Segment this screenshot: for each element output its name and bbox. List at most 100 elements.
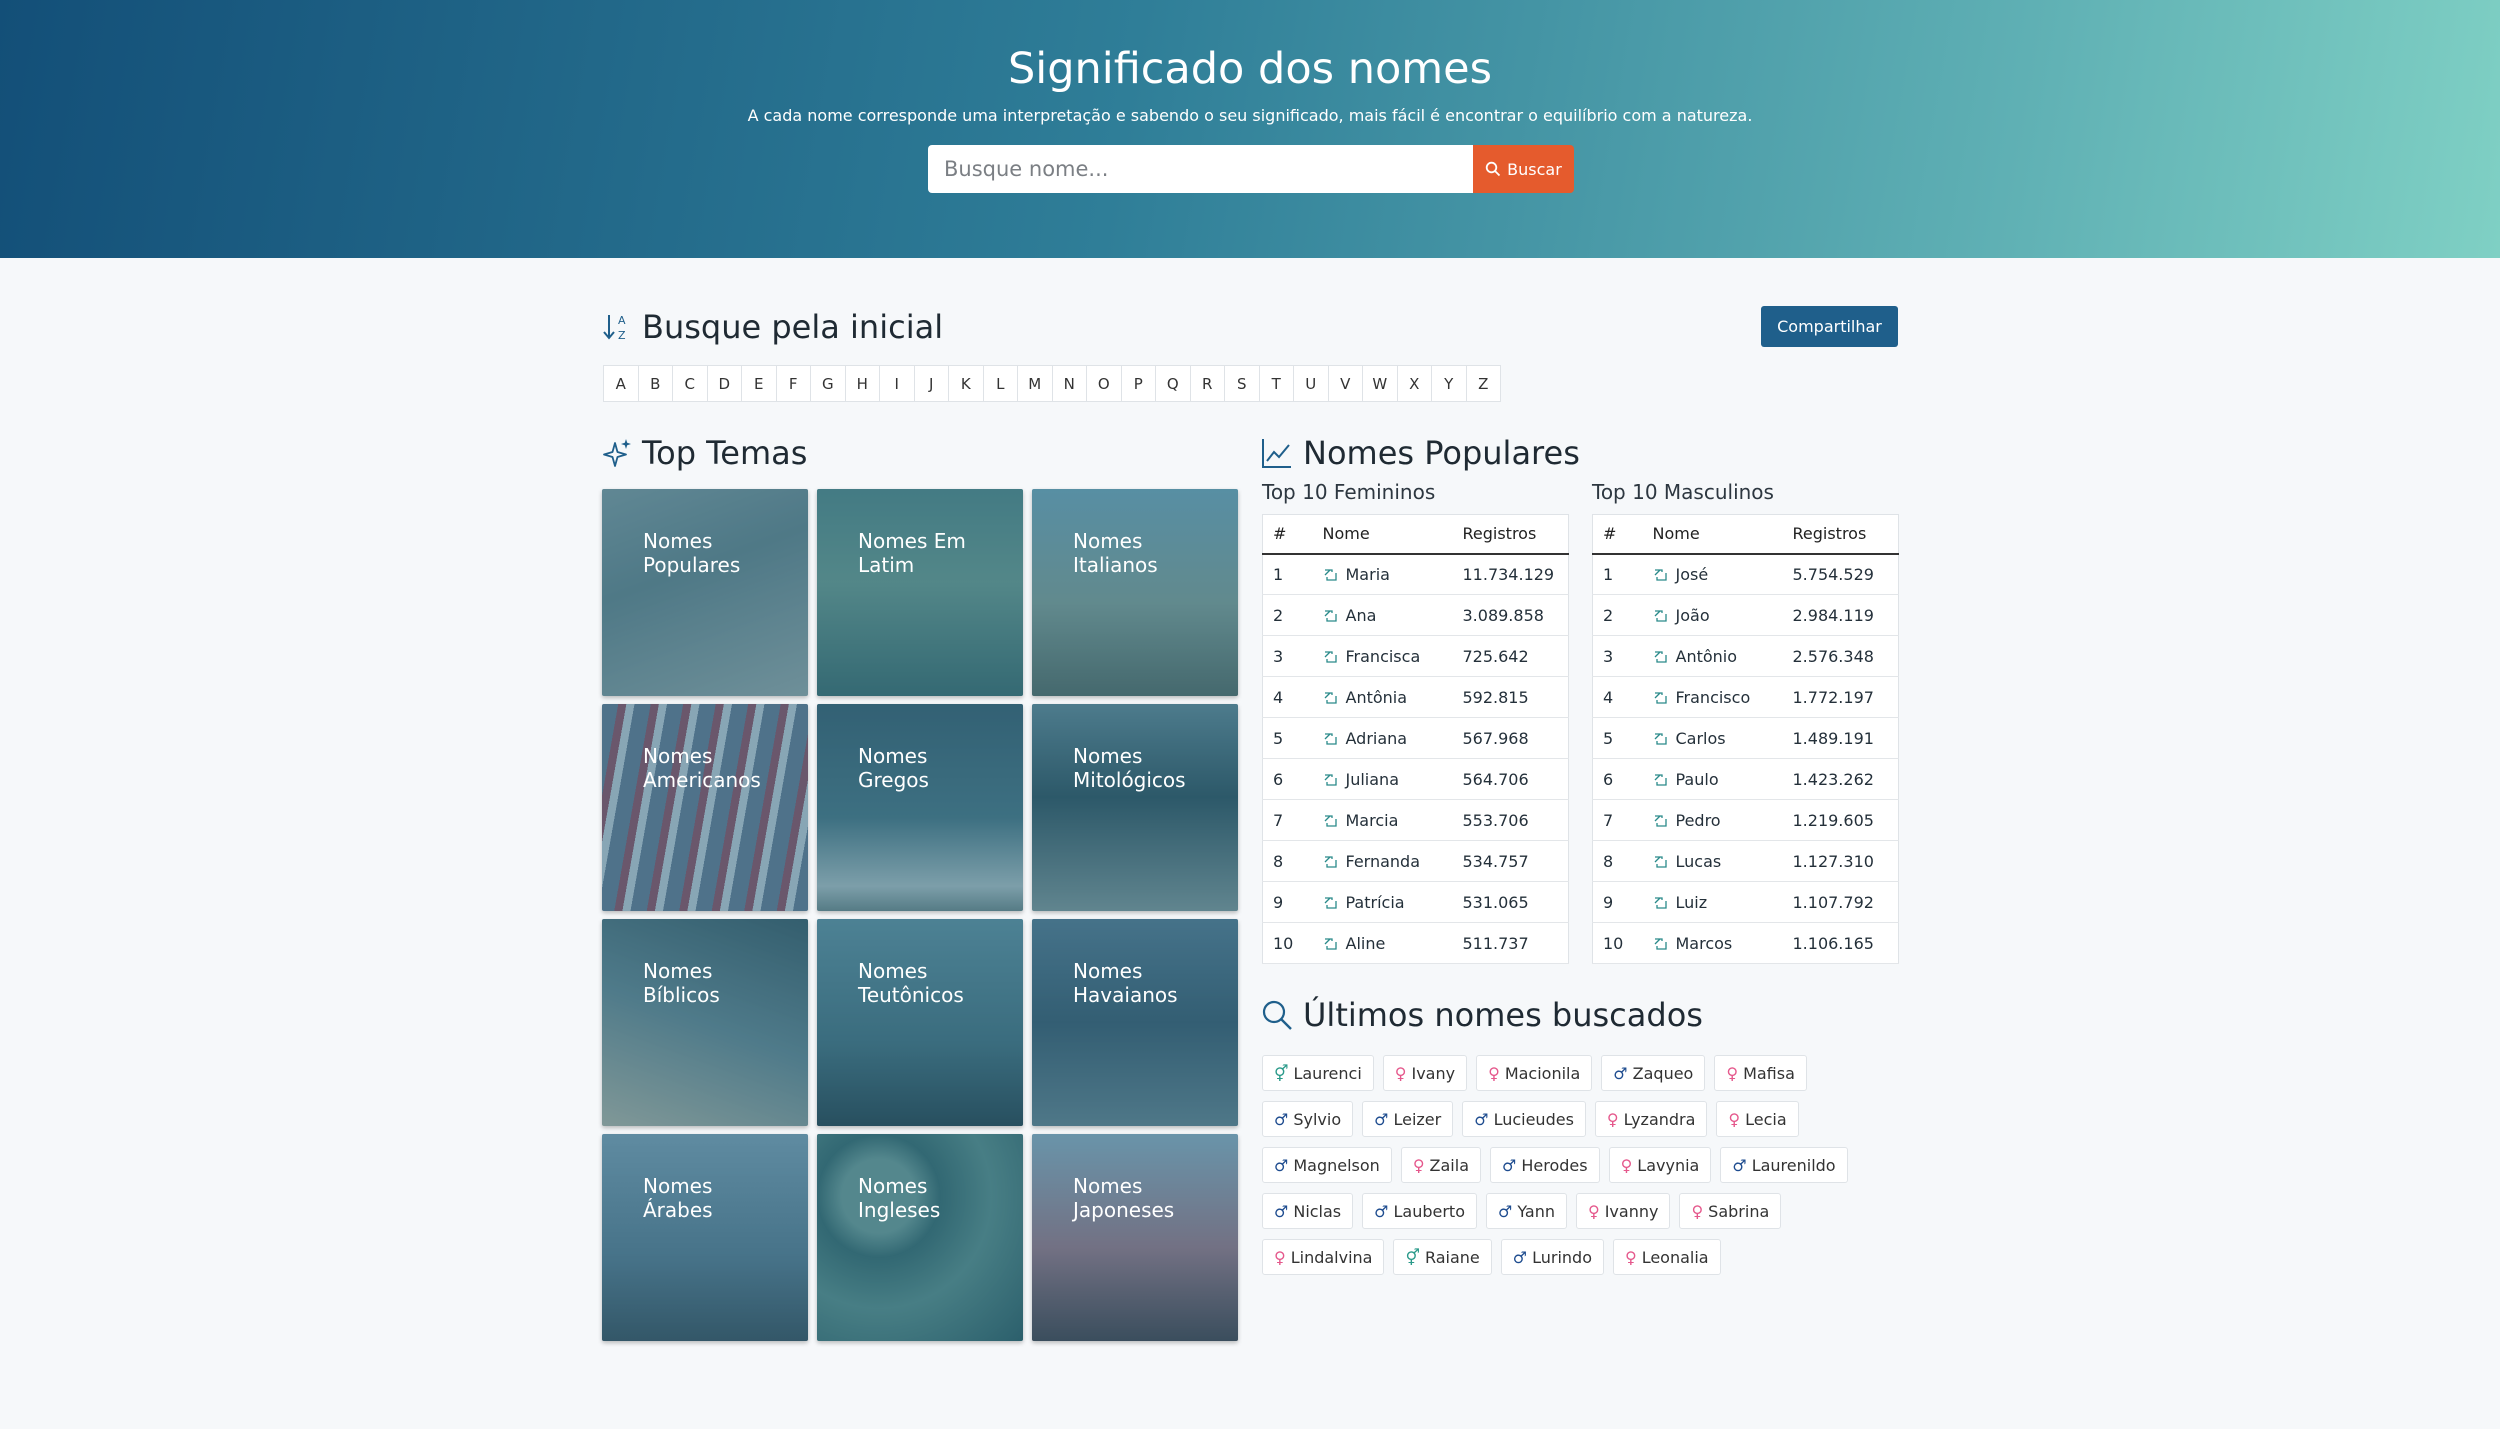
theme-tile[interactable]: Nomes Teutônicos	[817, 919, 1023, 1126]
name-link[interactable]: Adriana	[1346, 729, 1408, 748]
name-cell[interactable]: Patrícia	[1312, 881, 1453, 923]
recent-name-chip[interactable]: ♀ Ivany	[1382, 1055, 1468, 1091]
name-cell[interactable]: Paulo	[1642, 758, 1783, 800]
name-link[interactable]: Pedro	[1676, 811, 1721, 830]
name-link[interactable]: Marcos	[1676, 934, 1733, 953]
recent-name-chip[interactable]: ♀ Sabrina	[1679, 1193, 1782, 1229]
letter-link-b[interactable]: B	[637, 365, 673, 402]
recent-name-chip[interactable]: ♂ Laurenildo	[1720, 1147, 1848, 1183]
letter-link-t[interactable]: T	[1258, 365, 1294, 402]
name-cell[interactable]: Juliana	[1312, 758, 1453, 800]
name-link[interactable]: Francisco	[1676, 688, 1751, 707]
search-button[interactable]: Buscar	[1473, 145, 1574, 193]
letter-link-s[interactable]: S	[1224, 365, 1260, 402]
letter-link-n[interactable]: N	[1051, 365, 1087, 402]
share-button[interactable]: Compartilhar	[1761, 306, 1898, 347]
letter-link-i[interactable]: I	[879, 365, 915, 402]
recent-name-chip[interactable]: ♀ Macionila	[1476, 1055, 1593, 1091]
letter-link-d[interactable]: D	[706, 365, 742, 402]
theme-tile[interactable]: Nomes Árabes	[602, 1134, 808, 1341]
name-cell[interactable]: Antônia	[1312, 676, 1453, 718]
recent-name-chip[interactable]: ♂ Magnelson	[1262, 1147, 1392, 1183]
name-link[interactable]: Aline	[1346, 934, 1386, 953]
theme-tile[interactable]: Nomes Bíblicos	[602, 919, 808, 1126]
name-link[interactable]: Paulo	[1676, 770, 1719, 789]
letter-link-j[interactable]: J	[913, 365, 949, 402]
letter-link-g[interactable]: G	[810, 365, 846, 402]
name-link[interactable]: Juliana	[1346, 770, 1400, 789]
recent-name-chip[interactable]: ♂ Herodes	[1490, 1147, 1600, 1183]
name-cell[interactable]: Luiz	[1642, 881, 1783, 923]
theme-tile[interactable]: Nomes Em Latim	[817, 489, 1023, 696]
recent-name-chip[interactable]: ♀ Zaila	[1400, 1147, 1481, 1183]
name-link[interactable]: José	[1676, 565, 1709, 584]
name-link[interactable]: Antônia	[1346, 688, 1408, 707]
name-link[interactable]: Maria	[1346, 565, 1390, 584]
letter-link-r[interactable]: R	[1189, 365, 1225, 402]
recent-name-chip[interactable]: ♀ Lavynia	[1608, 1147, 1712, 1183]
name-cell[interactable]: Maria	[1312, 553, 1453, 595]
recent-name-chip[interactable]: ⚥ Laurenci	[1262, 1055, 1374, 1091]
letter-link-c[interactable]: C	[672, 365, 708, 402]
letter-link-q[interactable]: Q	[1155, 365, 1191, 402]
recent-name-chip[interactable]: ♂ Lauberto	[1362, 1193, 1477, 1229]
name-link[interactable]: Carlos	[1676, 729, 1726, 748]
name-link[interactable]: Francisca	[1346, 647, 1421, 666]
name-link[interactable]: João	[1676, 606, 1710, 625]
theme-tile[interactable]: Nomes Populares	[602, 489, 808, 696]
theme-tile[interactable]: Nomes Gregos	[817, 704, 1023, 911]
name-cell[interactable]: Adriana	[1312, 717, 1453, 759]
name-cell[interactable]: Antônio	[1642, 635, 1783, 677]
letter-link-e[interactable]: E	[741, 365, 777, 402]
recent-name-chip[interactable]: ♂ Sylvio	[1262, 1101, 1354, 1137]
name-link[interactable]: Patrícia	[1346, 893, 1405, 912]
letter-link-a[interactable]: A	[603, 365, 639, 402]
recent-name-chip[interactable]: ♂ Yann	[1485, 1193, 1567, 1229]
recent-name-chip[interactable]: ♂ Lurindo	[1500, 1239, 1604, 1275]
letter-link-m[interactable]: M	[1017, 365, 1053, 402]
theme-tile[interactable]: Nomes Japoneses	[1032, 1134, 1238, 1341]
theme-tile[interactable]: Nomes Ingleses	[817, 1134, 1023, 1341]
letter-link-z[interactable]: Z	[1465, 365, 1501, 402]
recent-name-chip[interactable]: ♀ Leonalia	[1612, 1239, 1721, 1275]
letter-link-l[interactable]: L	[982, 365, 1018, 402]
letter-link-u[interactable]: U	[1293, 365, 1329, 402]
name-cell[interactable]: Francisca	[1312, 635, 1453, 677]
letter-link-h[interactable]: H	[844, 365, 880, 402]
theme-tile[interactable]: Nomes Mitológicos	[1032, 704, 1238, 911]
name-cell[interactable]: Ana	[1312, 594, 1453, 636]
name-link[interactable]: Lucas	[1676, 852, 1722, 871]
name-link[interactable]: Fernanda	[1346, 852, 1421, 871]
name-cell[interactable]: Francisco	[1642, 676, 1783, 718]
name-cell[interactable]: Marcia	[1312, 799, 1453, 841]
letter-link-p[interactable]: P	[1120, 365, 1156, 402]
letter-link-w[interactable]: W	[1362, 365, 1398, 402]
letter-link-k[interactable]: K	[948, 365, 984, 402]
recent-name-chip[interactable]: ♂ Lucieudes	[1462, 1101, 1586, 1137]
recent-name-chip[interactable]: ♀ Ivanny	[1575, 1193, 1671, 1229]
name-cell[interactable]: Carlos	[1642, 717, 1783, 759]
recent-name-chip[interactable]: ♂ Zaqueo	[1601, 1055, 1706, 1091]
recent-name-chip[interactable]: ♂ Leizer	[1362, 1101, 1454, 1137]
letter-link-v[interactable]: V	[1327, 365, 1363, 402]
name-cell[interactable]: José	[1642, 553, 1783, 595]
recent-name-chip[interactable]: ♂ Niclas	[1262, 1193, 1354, 1229]
recent-name-chip[interactable]: ♀ Lindalvina	[1262, 1239, 1385, 1275]
letter-link-y[interactable]: Y	[1431, 365, 1467, 402]
search-input[interactable]	[928, 145, 1473, 193]
letter-link-x[interactable]: X	[1396, 365, 1432, 402]
recent-name-chip[interactable]: ♀ Mafisa	[1714, 1055, 1807, 1091]
name-cell[interactable]: Fernanda	[1312, 840, 1453, 882]
name-link[interactable]: Antônio	[1676, 647, 1738, 666]
theme-tile[interactable]: Nomes Havaianos	[1032, 919, 1238, 1126]
letter-link-f[interactable]: F	[775, 365, 811, 402]
letter-link-o[interactable]: O	[1086, 365, 1122, 402]
name-link[interactable]: Marcia	[1346, 811, 1399, 830]
theme-tile[interactable]: Nomes Americanos	[602, 704, 808, 911]
name-link[interactable]: Luiz	[1676, 893, 1708, 912]
name-link[interactable]: Ana	[1346, 606, 1377, 625]
recent-name-chip[interactable]: ♀ Lyzandra	[1594, 1101, 1708, 1137]
name-cell[interactable]: Pedro	[1642, 799, 1783, 841]
theme-tile[interactable]: Nomes Italianos	[1032, 489, 1238, 696]
name-cell[interactable]: Lucas	[1642, 840, 1783, 882]
